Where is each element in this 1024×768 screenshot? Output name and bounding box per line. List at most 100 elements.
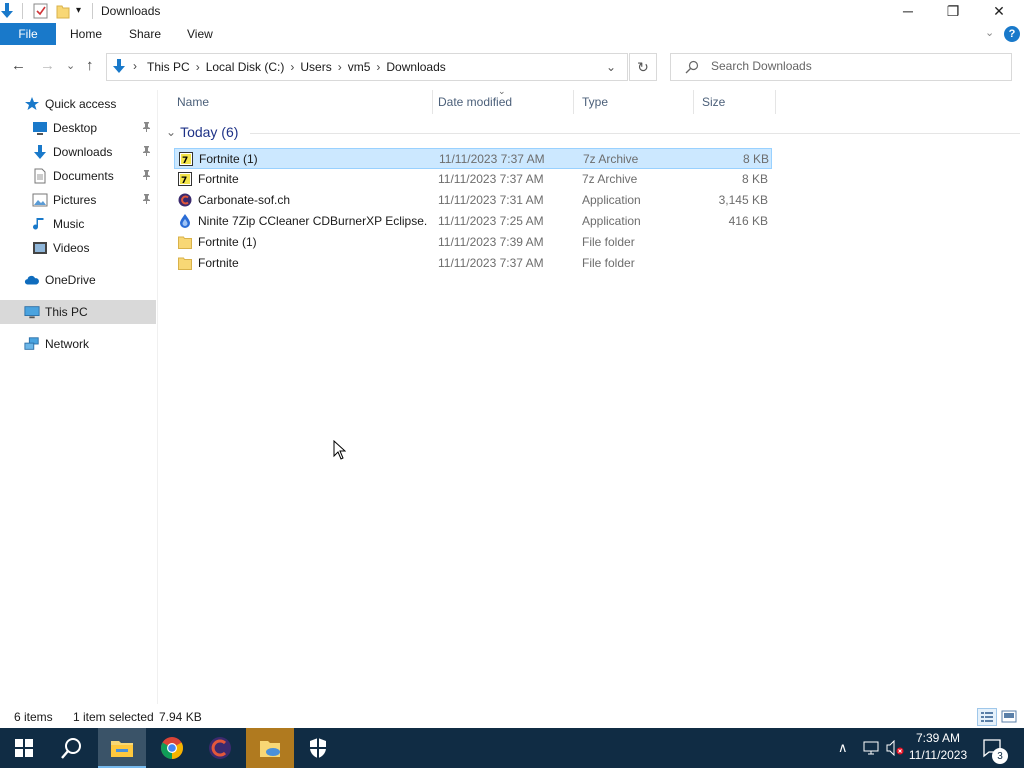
properties-icon[interactable] [33,3,48,22]
notification-count-badge: 3 [992,748,1008,764]
pictures-icon [32,192,48,208]
download-arrow-icon[interactable] [0,3,14,22]
up-button[interactable]: ↑ [86,58,94,74]
sidebar-item-music[interactable]: Music [0,212,156,236]
column-header-type[interactable]: Type [574,90,694,114]
file-size: 8 KB [741,172,768,186]
sidebar-item-quick-access[interactable]: Quick access [0,92,156,116]
tab-view[interactable]: View [187,27,213,41]
details-view-button[interactable] [977,708,997,726]
file-date-modified: 11/11/2023 7:25 AM [438,214,544,228]
sidebar-item-desktop[interactable]: Desktop [0,116,156,140]
sidebar-item-videos[interactable]: Videos [0,236,156,260]
breadcrumb-separator[interactable]: › [376,60,380,74]
sidebar-item-pictures[interactable]: Pictures [0,188,156,212]
breadcrumb-root-separator[interactable]: › [133,59,137,73]
group-label: Today (6) [180,124,239,140]
show-hidden-icons-button[interactable]: ∧ [838,728,848,768]
item-count: 6 items [14,710,53,724]
pin-icon[interactable] [142,170,151,183]
chrome-taskbar-button[interactable] [148,728,196,768]
file-row[interactable]: 7 Fortnite (1) 11/11/2023 7:37 AM 7z Archiv… [174,148,772,169]
action-center-button[interactable]: 3 [982,728,1008,768]
sidebar-item-label: Music [53,217,85,231]
pin-icon[interactable] [142,122,151,135]
ccleaner-taskbar-button[interactable] [196,728,244,768]
pin-icon[interactable] [142,194,151,207]
file-explorer-icon [111,741,133,757]
ribbon-tabs: File Home Share View ⌄ ? [0,22,1024,46]
forward-button[interactable]: → [40,58,55,74]
breadcrumb-item[interactable]: Local Disk (C:) [206,60,285,74]
search-input[interactable] [711,59,1001,73]
file-row[interactable]: Fortnite (1) 11/11/2023 7:39 AM File folde… [174,232,772,253]
security-taskbar-button[interactable] [294,728,342,768]
column-header-name[interactable]: Name [169,90,433,114]
ccleaner-icon [209,737,231,759]
breadcrumb-item[interactable]: This PC [147,60,190,74]
sidebar-item-label: Quick access [45,97,117,111]
recent-locations-button[interactable]: ⌄ [66,58,75,74]
network-icon [24,336,40,352]
file-type: File folder [582,256,635,270]
breadcrumb-separator[interactable]: › [196,60,200,74]
sidebar-item-onedrive[interactable]: OneDrive [0,268,156,292]
help-icon[interactable]: ? [1004,26,1020,42]
start-button[interactable] [0,728,48,768]
sidebar-item-documents[interactable]: Documents [0,164,156,188]
toolbar-separator [22,3,23,19]
expand-ribbon-icon[interactable]: ⌄ [985,26,994,39]
large-icons-view-button[interactable] [1000,709,1018,728]
svg-text:7: 7 [182,156,188,166]
refresh-button[interactable]: ↻ [629,53,657,81]
breadcrumb-item[interactable]: Users [300,60,331,74]
selection-size: 7.94 KB [159,710,202,724]
breadcrumb-separator[interactable]: › [338,60,342,74]
app-taskbar-button[interactable] [246,728,294,768]
breadcrumb: This PC › Local Disk (C:) › Users › vm5 › Downlo… [147,60,452,74]
address-dropdown-icon[interactable]: ⌄ [606,60,616,74]
breadcrumb-item[interactable]: vm5 [348,60,371,74]
ninite-app-icon [178,214,192,228]
downloads-location-icon [111,59,129,78]
file-date-modified: 11/11/2023 7:37 AM [438,256,544,270]
file-row[interactable]: Carbonate-sof.ch 11/11/2023 7:31 AM Applic… [174,190,772,211]
close-button[interactable]: ✕ [976,0,1022,22]
file-row[interactable]: 7 Fortnite 11/11/2023 7:37 AM 7z Archive 8 K… [174,169,772,190]
pane-splitter[interactable] [157,90,158,704]
volume-muted-icon[interactable] [886,728,904,768]
collapse-group-icon[interactable]: ⌄ [166,125,176,139]
search-icon [685,60,699,77]
file-type: Application [582,193,641,207]
file-explorer-taskbar-button[interactable] [98,728,146,768]
file-row[interactable]: Fortnite 11/11/2023 7:37 AM File folder [174,253,772,274]
breadcrumb-item[interactable]: Downloads [386,60,445,74]
back-button[interactable]: ← [11,58,26,74]
download-icon [32,144,48,160]
window-title: Downloads [101,4,161,18]
minimize-button[interactable]: ─ [885,0,931,22]
search-taskbar-button[interactable] [48,728,96,768]
pin-icon[interactable] [142,146,151,159]
sidebar-item-network[interactable]: Network [0,332,156,356]
sidebar-item-this-pc[interactable]: This PC [0,300,156,324]
address-bar[interactable]: › This PC › Local Disk (C:) › Users › vm5 › Down… [106,53,628,81]
file-row[interactable]: Ninite 7Zip CCleaner CDBurnerXP Eclipse.… [174,211,772,232]
sidebar-item-downloads[interactable]: Downloads [0,140,156,164]
network-status-icon[interactable] [862,728,880,768]
navigation-pane: Quick access Desktop Downloads Documents Pic… [0,90,156,704]
tab-share[interactable]: Share [129,27,161,41]
restore-button[interactable]: ❐ [930,0,976,22]
search-box[interactable] [670,53,1012,81]
breadcrumb-separator[interactable]: › [290,60,294,74]
tab-file[interactable]: File [0,23,56,45]
desktop-icon [32,120,48,136]
group-header-today[interactable]: ⌄ Today (6) [166,124,1020,140]
7z-archive-icon: 7 [178,172,192,186]
new-folder-icon[interactable] [56,3,70,22]
tab-home[interactable]: Home [70,27,102,41]
customize-toolbar-icon[interactable]: ▾ [76,5,81,16]
column-header-size[interactable]: Size [694,90,776,114]
sort-indicator-icon: ⌄ [498,86,506,96]
clock[interactable]: 7:39 AM 11/11/2023 [906,730,970,764]
